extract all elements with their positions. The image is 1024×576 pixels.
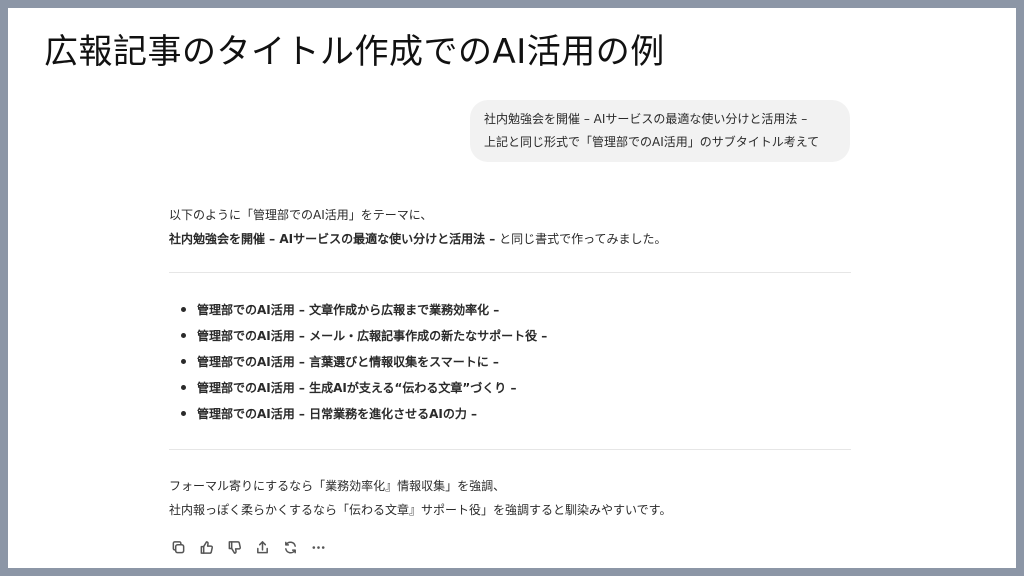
divider <box>169 449 851 450</box>
intro-bold-title: 社内勉強会を開催 – AIサービスの最適な使い分けと活用法 – <box>169 232 496 246</box>
list-item: 管理部でのAI活用 – 日常業務を進化させるAIの力 – <box>179 401 851 427</box>
closing-line: フォーマル寄りにするなら「業務効率化』情報収集」を強調、 <box>169 479 506 493</box>
bullet-icon <box>181 359 186 364</box>
regenerate-button[interactable] <box>282 539 298 555</box>
divider <box>169 272 851 273</box>
list-item-text: 管理部でのAI活用 – 生成AIが支える“伝わる文章”づくり – <box>197 381 517 395</box>
response-actions <box>170 538 326 556</box>
copy-button[interactable] <box>170 539 186 555</box>
more-button[interactable] <box>310 539 326 555</box>
intro-line: 以下のように「管理部でのAI活用」をテーマに、 <box>169 208 433 222</box>
share-button[interactable] <box>254 539 270 555</box>
bullet-icon <box>181 333 186 338</box>
closing-line: 社内報っぽく柔らかくするなら「伝わる文章』サポート役」を強調すると馴染みやすいで… <box>169 503 672 517</box>
more-icon <box>312 545 324 549</box>
copy-icon <box>172 540 184 553</box>
slide-title: 広報記事のタイトル作成でのAI活用の例 <box>44 32 665 72</box>
assistant-response: 以下のように「管理部でのAI活用」をテーマに、 社内勉強会を開催 – AIサービ… <box>169 203 851 522</box>
list-item: 管理部でのAI活用 – 言葉選びと情報収集をスマートに – <box>179 349 851 375</box>
intro-line: 社内勉強会を開催 – AIサービスの最適な使い分けと活用法 – と同じ書式で作っ… <box>169 227 851 251</box>
list-item-text: 管理部でのAI活用 – 文章作成から広報まで業務効率化 – <box>197 303 500 317</box>
share-icon <box>256 540 268 553</box>
user-message-line: 上記と同じ形式で「管理部でのAI活用」のサブタイトル考えて <box>484 135 820 149</box>
list-item-text: 管理部でのAI活用 – 日常業務を進化させるAIの力 – <box>197 407 478 421</box>
bullet-icon <box>181 307 186 312</box>
list-item: 管理部でのAI活用 – 文章作成から広報まで業務効率化 – <box>179 297 851 323</box>
bullet-icon <box>181 411 186 416</box>
list-item-text: 管理部でのAI活用 – メール・広報記事作成の新たなサポート役 – <box>197 329 548 343</box>
intro-rest: と同じ書式で作ってみました。 <box>495 232 667 246</box>
thumbs-down-icon <box>228 540 241 554</box>
list-item-text: 管理部でのAI活用 – 言葉選びと情報収集をスマートに – <box>197 355 499 369</box>
regenerate-icon <box>284 540 296 554</box>
user-message-line: 社内勉強会を開催 – AIサービスの最適な使い分けと活用法 – <box>484 112 808 126</box>
subtitle-list: 管理部でのAI活用 – 文章作成から広報まで業務効率化 – 管理部でのAI活用 … <box>169 297 851 427</box>
user-message-bubble: 社内勉強会を開催 – AIサービスの最適な使い分けと活用法 – 上記と同じ形式で… <box>470 100 850 162</box>
thumbs-down-button[interactable] <box>226 539 242 555</box>
bullet-icon <box>181 385 186 390</box>
slide: 広報記事のタイトル作成でのAI活用の例 社内勉強会を開催 – AIサービスの最適… <box>8 8 1016 568</box>
list-item: 管理部でのAI活用 – メール・広報記事作成の新たなサポート役 – <box>179 323 851 349</box>
thumbs-up-button[interactable] <box>198 539 214 555</box>
list-item: 管理部でのAI活用 – 生成AIが支える“伝わる文章”づくり – <box>179 375 851 401</box>
thumbs-up-icon <box>200 540 213 554</box>
